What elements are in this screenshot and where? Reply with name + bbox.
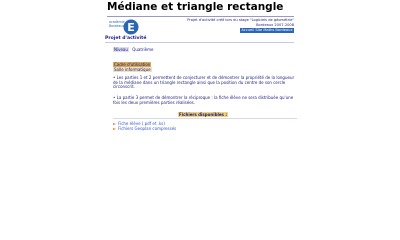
subtitle-line: Bordeaux 2007-2008 bbox=[256, 22, 294, 27]
academie-logo: académie Bordeaux E bbox=[109, 19, 139, 35]
level-label: Niveau bbox=[113, 47, 129, 52]
files-divider bbox=[113, 118, 297, 119]
description-paragraph: • La partie 3 permet de démontrer la réc… bbox=[113, 95, 294, 105]
page-title: Médiane et triangle rectangle bbox=[107, 1, 284, 13]
subtitle-line: Projet d'activité créé lors du stage "Lo… bbox=[187, 18, 294, 22]
section-heading: Projet d'activité bbox=[105, 36, 147, 41]
level-row: Niveau Quatrième bbox=[113, 47, 153, 52]
home-button[interactable]: Accueil Site Maths Bordeaux bbox=[240, 28, 294, 33]
page-subtitle: Projet d'activité créé lors du stage "Lo… bbox=[172, 18, 294, 27]
logo-line: Bordeaux bbox=[109, 24, 124, 28]
context-value: Salle informatique bbox=[113, 67, 152, 72]
level-value: Quatrième bbox=[132, 47, 154, 52]
section-divider bbox=[105, 42, 294, 43]
description-paragraph: • Les parties 1 et 2 permettent de conje… bbox=[113, 75, 295, 90]
files-heading: Fichiers disponibles : bbox=[178, 112, 228, 117]
logo-letter: E bbox=[127, 21, 135, 34]
arrow-right-icon: ► bbox=[113, 126, 117, 131]
file-link[interactable]: ► Fichiers Geoplan compressés bbox=[113, 126, 176, 131]
file-link-label[interactable]: Fichiers Geoplan compressés bbox=[118, 126, 176, 131]
